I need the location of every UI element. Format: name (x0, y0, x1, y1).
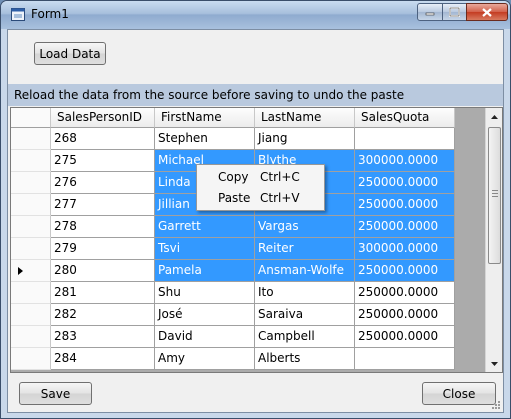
minimize-button[interactable] (417, 3, 443, 21)
grid-cell[interactable]: 300000.0000 (355, 238, 455, 260)
grid-cell[interactable]: Campbell (255, 326, 355, 348)
grid-cell[interactable]: Saraiva (255, 304, 355, 326)
title-bar[interactable]: Form1 (1, 1, 510, 29)
grid-cell[interactable]: Vargas (255, 216, 355, 238)
row-header[interactable] (11, 150, 51, 172)
grid-cell[interactable]: 250000.0000 (355, 194, 455, 216)
resize-grip-icon[interactable] (491, 400, 501, 410)
scroll-up-button[interactable] (486, 108, 502, 125)
grid-cell[interactable]: Jiang (255, 128, 355, 150)
save-button[interactable]: Save (19, 382, 92, 405)
grid-cell[interactable]: 276 (51, 172, 155, 194)
row-header[interactable] (11, 326, 51, 348)
row-header[interactable] (11, 216, 51, 238)
grid-cell[interactable]: 250000.0000 (355, 260, 455, 282)
context-menu-item-copy[interactable]: Copy Ctrl+C (199, 167, 322, 187)
row-header[interactable] (11, 172, 51, 194)
row-header[interactable] (11, 282, 51, 304)
app-icon (11, 8, 25, 21)
load-data-button[interactable]: Load Data (34, 42, 106, 65)
window-close-button[interactable] (466, 3, 508, 21)
info-bar: Reload the data from the source before s… (8, 84, 503, 106)
grid-cell[interactable]: Reiter (255, 238, 355, 260)
menu-item-shortcut: Ctrl+C (260, 170, 300, 184)
grid-cell[interactable]: Stephen (155, 128, 255, 150)
grid-cell[interactable]: Ito (255, 282, 355, 304)
row-header[interactable] (11, 348, 51, 370)
scroll-down-button[interactable] (486, 355, 502, 372)
grid-cell[interactable]: 250000.0000 (355, 172, 455, 194)
column-header-last-name[interactable]: LastName (255, 108, 355, 128)
column-header-first-name[interactable]: FirstName (155, 108, 255, 128)
grid-cell[interactable]: David (155, 326, 255, 348)
vertical-scrollbar[interactable] (485, 108, 502, 372)
row-header[interactable] (11, 304, 51, 326)
minimize-icon (425, 12, 435, 16)
data-grid[interactable]: SalesPersonID FirstName LastName SalesQuota… (10, 107, 503, 373)
grid-cell[interactable]: Tsvi (155, 238, 255, 260)
close-button[interactable]: Close (422, 382, 496, 405)
grid-cell[interactable]: 250000.0000 (355, 304, 455, 326)
menu-item-label: Copy (218, 170, 249, 184)
menu-item-shortcut: Ctrl+V (260, 191, 300, 205)
scroll-down-icon (491, 361, 498, 366)
grid-cell[interactable]: 250000.0000 (355, 216, 455, 238)
column-header-sales-quota[interactable]: SalesQuota (355, 108, 455, 128)
grid-cell[interactable]: Alberts (255, 348, 355, 370)
grid-cell[interactable]: Pamela (155, 260, 255, 282)
grid-cell[interactable]: José (155, 304, 255, 326)
grid-cell[interactable]: 284 (51, 348, 155, 370)
grid-cell[interactable]: Shu (155, 282, 255, 304)
grid-cell[interactable]: Garrett (155, 216, 255, 238)
context-menu-item-paste[interactable]: Paste Ctrl+V (199, 188, 322, 208)
grid-cell[interactable]: 281 (51, 282, 155, 304)
grid-cell[interactable]: 250000.0000 (355, 326, 455, 348)
grid-cell[interactable] (355, 128, 455, 150)
client-area: Load Data Reload the data from the sourc… (7, 29, 504, 413)
menu-item-label: Paste (218, 191, 251, 205)
grid-cell[interactable]: 250000.0000 (355, 282, 455, 304)
grid-cell[interactable]: 275 (51, 150, 155, 172)
grid-cell[interactable] (355, 348, 455, 370)
grid-cell[interactable]: 268 (51, 128, 155, 150)
grid-cell[interactable]: 278 (51, 216, 155, 238)
row-header[interactable] (11, 238, 51, 260)
row-header[interactable] (11, 128, 51, 150)
grid-cell[interactable]: Amy (155, 348, 255, 370)
grid-cell[interactable]: 277 (51, 194, 155, 216)
window-title: Form1 (31, 7, 69, 21)
form-window: Form1 Load Data Reload the data from the… (0, 0, 511, 419)
maximize-icon (449, 7, 460, 17)
grid-corner[interactable] (11, 108, 51, 128)
current-row-indicator-icon (18, 267, 23, 275)
row-header[interactable] (11, 194, 51, 216)
scroll-up-icon (491, 114, 498, 119)
context-menu: Copy Ctrl+C Paste Ctrl+V (196, 164, 325, 211)
close-icon (482, 7, 492, 17)
grid-cell[interactable]: 282 (51, 304, 155, 326)
row-header[interactable] (11, 260, 51, 282)
grid-cell[interactable]: Ansman-Wolfe (255, 260, 355, 282)
grid-cell[interactable]: 280 (51, 260, 155, 282)
maximize-button[interactable] (442, 3, 467, 21)
grid-cell[interactable]: 283 (51, 326, 155, 348)
scroll-thumb[interactable] (488, 127, 501, 264)
column-header-sales-person-id[interactable]: SalesPersonID (51, 108, 155, 128)
grid-cell[interactable]: 300000.0000 (355, 150, 455, 172)
grid-cell[interactable]: 279 (51, 238, 155, 260)
